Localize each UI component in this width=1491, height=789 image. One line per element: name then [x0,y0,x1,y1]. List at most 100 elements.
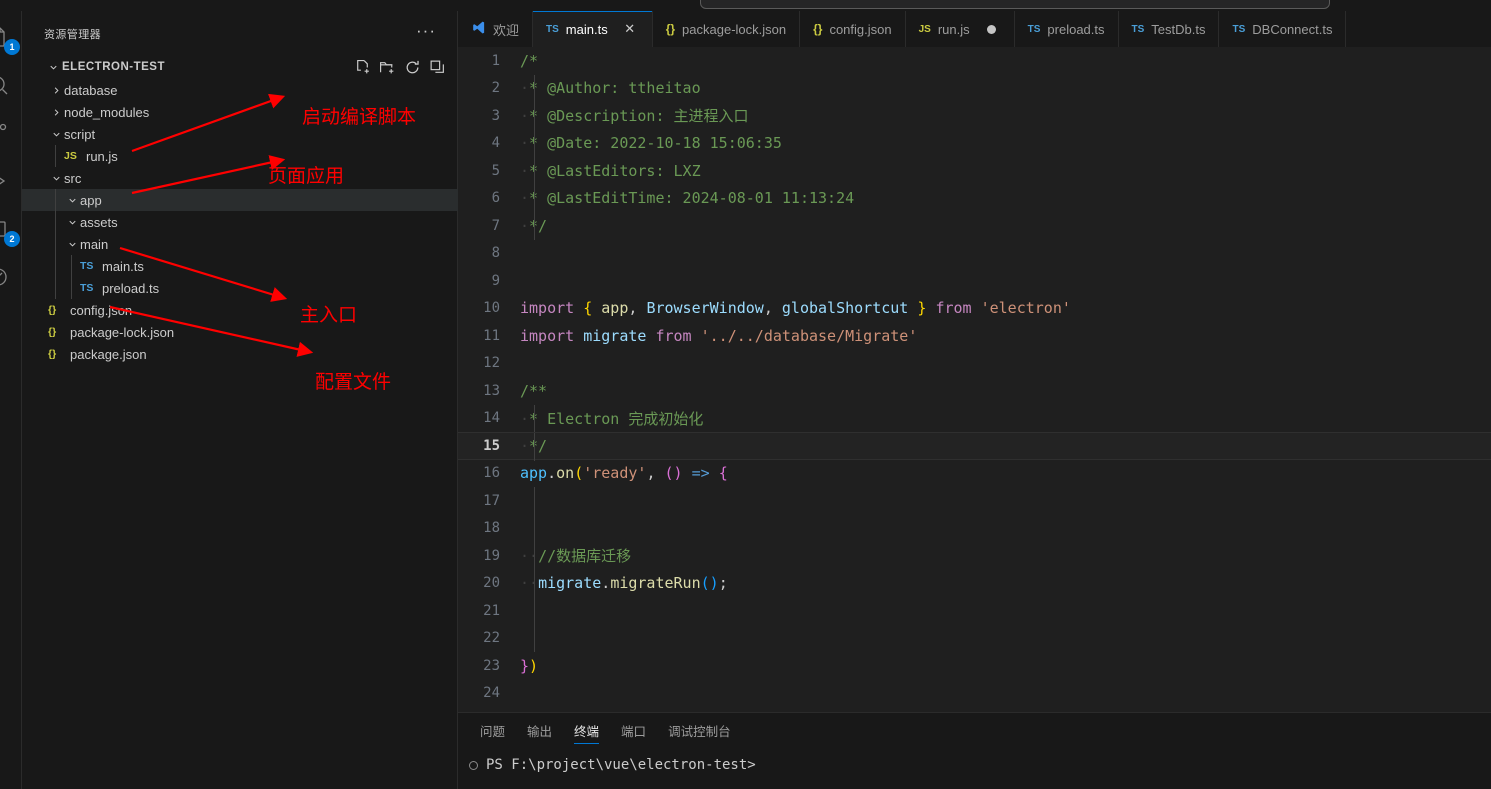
panel-tab-终端[interactable]: 终端 [563,713,610,747]
code-line: 1 /* [458,47,1491,75]
tree-item-assets[interactable]: assets [22,211,458,233]
testing-icon[interactable] [0,253,22,301]
explorer-sidebar: 资源管理器 ··· ELECTRON-TEST database node_mo… [22,11,458,789]
editor-tab-config-json[interactable]: {} config.json [800,11,906,47]
code-line-text: ·* Electron 完成初始化 [520,409,704,428]
tree-item-run-js[interactable]: JS run.js [22,145,458,167]
code-line: 2 ·* @Author: ttheitao [458,74,1491,102]
indent-guide [534,597,535,625]
code-line: 11 import migrate from '../../database/Mi… [458,322,1491,350]
line-number: 22 [483,630,500,647]
panel-tab-输出[interactable]: 输出 [516,713,563,747]
line-number: 4 [491,135,500,152]
chevron-down-icon [64,192,80,208]
terminal-view[interactable]: PS F:\project\vue\electron-test> [458,753,1491,789]
editor-tab-label: config.json [829,21,892,37]
code-line: 4 ·* @Date: 2022-10-18 15:06:35 [458,129,1491,157]
line-number: 6 [491,190,500,207]
editor-tab-label: main.ts [565,21,608,37]
sidebar-more-actions-icon[interactable]: ··· [416,20,436,42]
source-control-icon[interactable] [0,109,22,157]
panel-tab-问题[interactable]: 问题 [469,713,516,747]
editor-tab-package-lock-json[interactable]: {} package-lock.json [652,11,801,47]
code-line-text: ··//数据库迁移 [520,547,632,566]
refresh-icon[interactable] [404,59,421,76]
tree-item-label: run.js [86,148,118,164]
code-line-text: ·*/ [520,216,548,235]
editor-tab-label: package-lock.json [682,21,787,37]
explorer-icon[interactable]: 1 [0,13,22,61]
editor-tab-testdb-ts[interactable]: TS TestDb.ts [1118,11,1220,47]
collapse-all-icon[interactable] [429,59,446,76]
indent-guide [534,74,535,102]
code-line: 13 /** [458,377,1491,405]
code-line-text: /** [520,381,548,400]
command-center-search-box[interactable] [700,0,1330,9]
terminal-prompt-line: PS F:\project\vue\electron-test> [458,753,1491,777]
line-number: 8 [491,245,500,262]
tree-item-label: preload.ts [102,280,160,296]
tree-item-app[interactable]: app [22,189,458,211]
code-line-text: /* [520,51,539,70]
tree-item-package-json[interactable]: {} package.json [22,343,458,365]
tree-item-preload-ts[interactable]: TS preload.ts [22,277,458,299]
tree-item-label: src [64,170,82,186]
tree-item-main[interactable]: main [22,233,458,255]
indent-guide [55,233,56,255]
file-type-icon: TS [80,260,94,272]
editor-tab-preload-ts[interactable]: TS preload.ts [1014,11,1119,47]
title-bar [0,0,1491,11]
code-line: 15 ·*/ [458,432,1491,461]
panel-tab-调试控制台[interactable]: 调试控制台 [657,713,742,747]
line-number: 10 [483,300,500,317]
code-editor[interactable]: 1 /* 2 ·* @Author: ttheitao 3 ·* @Description… [458,47,1491,712]
workspace-name: ELECTRON-TEST [62,61,165,73]
activity-bar: 1 2 [0,11,22,789]
code-line: 3 ·* @Description: 主进程入口 [458,102,1491,130]
code-line: 5 ·* @LastEditors: LXZ [458,157,1491,185]
editor-tab--[interactable]: 欢迎 [458,11,534,47]
annotation-label: 启动编译脚本 [302,106,417,128]
panel-tab-端口[interactable]: 端口 [610,713,657,747]
close-icon[interactable]: ✕ [621,20,639,38]
indent-guide [55,189,56,211]
new-file-icon[interactable] [354,59,371,76]
code-line: 22 [458,624,1491,652]
line-number: 12 [483,355,500,372]
tree-item-src[interactable]: src [22,167,458,189]
unsaved-dot-icon[interactable] [983,20,1001,38]
extensions-icon[interactable]: 2 [0,205,22,253]
line-number: 18 [483,520,500,537]
editor-tab-dbconnect-ts[interactable]: TS DBConnect.ts [1219,11,1347,47]
indent-guide [534,487,535,515]
chevron-down-icon [64,236,80,252]
indent-guide [534,514,535,542]
annotation-label: 配置文件 [315,371,392,393]
code-line: 14 ·* Electron 完成初始化 [458,404,1491,432]
code-line: 17 [458,487,1491,515]
indent-guide [534,102,535,130]
code-line-text: ·* @LastEditTime: 2024-08-01 11:13:24 [520,189,855,208]
line-number: 17 [483,492,500,509]
indent-guide [534,624,535,652]
indent-guide [534,157,535,185]
tree-item-database[interactable]: database [22,79,458,101]
code-line-text: ·* @LastEditors: LXZ [520,161,701,180]
tree-item-label: main.ts [102,258,144,274]
chevron-down-icon [48,62,62,73]
explorer-folder-section-header[interactable]: ELECTRON-TEST [22,55,458,79]
tree-item-config-json[interactable]: {} config.json [22,299,458,321]
new-folder-icon[interactable] [379,59,396,76]
run-and-debug-icon[interactable] [0,157,22,205]
tree-item-package-lock-json[interactable]: {} package-lock.json [22,321,458,343]
search-icon[interactable] [0,61,22,109]
indent-guide [534,129,535,157]
editor-tab-run-js[interactable]: JS run.js [905,11,1015,47]
annotation-label: 主入口 [300,304,358,326]
bottom-panel: 问题 输出 终端 端口 调试控制台 PS F:\project\vue\electron… [458,712,1491,789]
code-line-text: ·* @Author: ttheitao [520,79,701,98]
code-line: 21 [458,597,1491,625]
tree-item-main-ts[interactable]: TS main.ts [22,255,458,277]
code-line: 19 ··//数据库迁移 [458,542,1491,570]
editor-tab-main-ts[interactable]: TS main.ts ✕ [533,11,653,47]
